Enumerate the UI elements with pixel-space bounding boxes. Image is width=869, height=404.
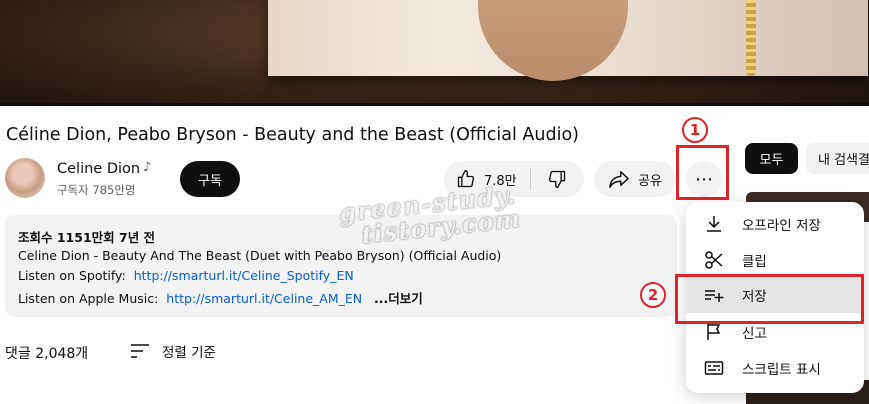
annotation-badge-1: 1 [682,117,708,143]
annotation-badge-2: 2 [640,282,666,308]
spotify-label: Listen on Spotify: [18,268,126,283]
menu-item-label: 오프라인 저장 [742,218,821,234]
menu-item-download[interactable]: 오프라인 저장 [686,206,864,242]
chip-my-searches[interactable]: 내 검색결 [806,143,869,174]
menu-item-clip[interactable]: 클립 [686,242,864,278]
spotify-link[interactable]: http://smarturl.it/Celine_Spotify_EN [134,268,354,283]
view-stats: 조회수 1151만회 7년 전 [18,230,156,245]
video-content-necklace [746,0,756,76]
dislike-button[interactable] [531,161,583,197]
sort-icon [131,344,149,358]
menu-item-transcript[interactable]: 스크립트 표시 [686,350,864,386]
transcript-icon [704,361,724,375]
description-line: Listen on Spotify: http://smarturl.it/Ce… [18,268,354,283]
share-arrow-icon [609,171,629,188]
channel-avatar[interactable] [5,158,45,198]
video-player[interactable] [0,0,869,106]
apple-music-link[interactable]: http://smarturl.it/Celine_AM_EN [166,291,362,306]
chip-all[interactable]: 모두 [745,143,798,174]
description-line: Celine Dion - Beauty And The Beast (Duet… [18,248,502,263]
annotation-highlight-more [676,145,729,200]
share-button[interactable]: 공유 [594,161,676,197]
comment-count: 댓글 2,048개 [5,346,89,362]
share-label: 공유 [638,173,662,189]
subscribe-button[interactable]: 구독 [180,161,240,197]
download-icon [707,216,721,232]
menu-item-label: 스크립트 표시 [742,362,821,378]
player-progress-bar[interactable] [0,103,869,106]
scissors-icon [705,251,723,269]
description-line: Listen on Apple Music: http://smarturl.i… [18,288,423,307]
show-more-link[interactable]: ...더보기 [374,291,423,306]
channel-name[interactable]: Celine Dion [57,161,140,177]
flag-icon [707,324,721,340]
music-note-icon: ♪ [143,160,152,175]
apple-music-label: Listen on Apple Music: [18,291,159,306]
menu-item-label: 클립 [742,254,767,270]
thumbs-down-icon [548,170,566,188]
video-frame [268,0,868,81]
subscriber-count: 구독자 785만명 [57,183,136,197]
video-title: Céline Dion, Peabo Bryson - Beauty and t… [6,125,579,145]
sort-label: 정렬 기준 [162,345,216,361]
annotation-highlight-save [675,274,864,324]
menu-item-label: 신고 [742,326,767,342]
video-content-figure [478,0,628,81]
sort-comments-button[interactable]: 정렬 기준 [130,341,216,361]
